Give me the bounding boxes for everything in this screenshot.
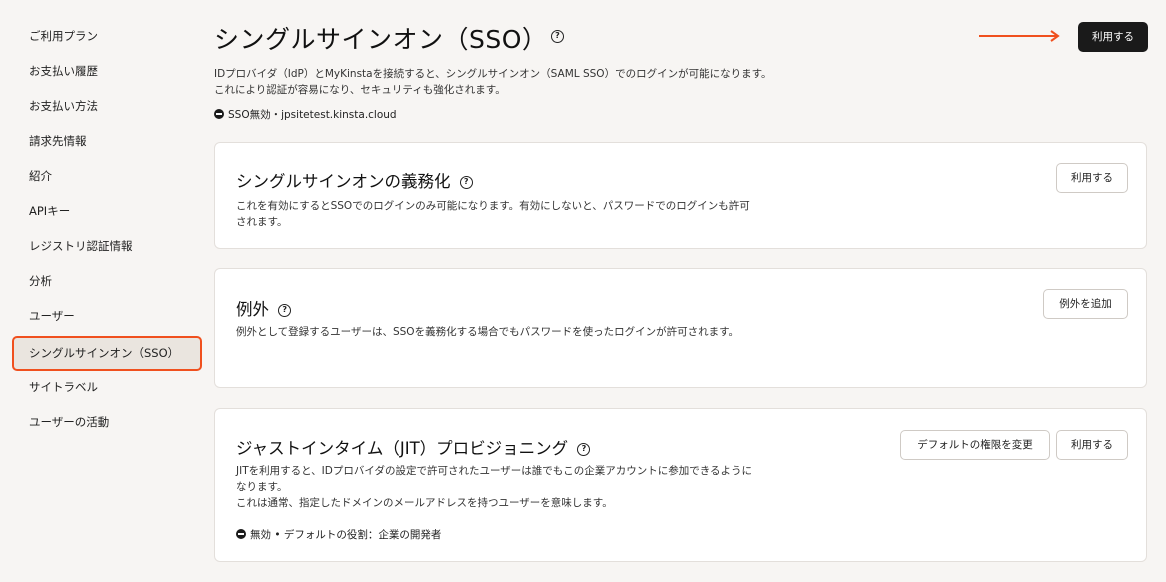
card-description-line: JITを利用すると、IDプロバイダの設定で許可されたユーザーは誰でもこの企業アカ…	[236, 465, 753, 493]
help-icon[interactable]: ?	[551, 30, 564, 43]
change-default-role-button[interactable]: デフォルトの権限を変更	[900, 430, 1050, 460]
card-title-text: ジャストインタイム（JIT）プロビジョニング	[236, 439, 569, 458]
card-title: シングルサインオンの義務化 ?	[236, 168, 473, 192]
sidebar-item-users[interactable]: ユーザー	[14, 301, 200, 331]
help-icon[interactable]: ?	[459, 176, 473, 189]
disabled-status-icon	[214, 109, 224, 119]
card-enforce-sso: シングルサインオンの義務化 ? これを有効にするとSSOでのログインのみ可能にな…	[214, 142, 1147, 249]
jit-status: 無効 • デフォルトの役割：企業の開発者	[236, 527, 441, 542]
disabled-status-icon	[236, 529, 246, 539]
sidebar-item-api-keys[interactable]: APIキー	[14, 196, 200, 226]
main-content: シングルサインオン（SSO） ? 利用する IDプロバイダ（IdP）とMyKin…	[214, 0, 1148, 582]
sidebar-item-payment-history[interactable]: お支払い履歴	[14, 56, 200, 86]
card-title: 例外 ?	[236, 296, 292, 320]
jit-status-text: 無効 • デフォルトの役割：企業の開発者	[250, 529, 442, 541]
sso-status: SSO無効・jpsitetest.kinsta.cloud	[214, 109, 397, 121]
card-title-text: シングルサインオンの義務化	[236, 172, 451, 191]
card-description: JITを利用すると、IDプロバイダの設定で許可されたユーザーは誰でもこの企業アカ…	[236, 463, 756, 511]
sidebar-item-billing-info[interactable]: 請求先情報	[14, 126, 200, 156]
card-title: ジャストインタイム（JIT）プロビジョニング ?	[236, 435, 591, 459]
sso-status-text: SSO無効・jpsitetest.kinsta.cloud	[228, 109, 397, 121]
card-description: これを有効にするとSSOでのログインのみ可能になります。有効にしないと、パスワー…	[236, 200, 750, 228]
card-exceptions: 例外 ? 例外として登録するユーザーは、SSOを義務化する場合でもパスワードを使…	[214, 268, 1147, 388]
sidebar-item-sso[interactable]: シングルサインオン（SSO）	[12, 336, 202, 371]
sidebar-item-user-activity[interactable]: ユーザーの活動	[14, 407, 200, 437]
sidebar-item-registry-credentials[interactable]: レジストリ認証情報	[14, 231, 200, 261]
card-description-line: これは通常、指定したドメインのメールアドレスを持つユーザーを意味します。	[236, 497, 613, 509]
sidebar: ご利用プラン お支払い履歴 お支払い方法 請求先情報 紹介 APIキー レジスト…	[0, 0, 205, 582]
page-title: シングルサインオン（SSO）	[214, 25, 548, 54]
sidebar-item-referral[interactable]: 紹介	[14, 161, 200, 191]
sidebar-item-analytics[interactable]: 分析	[14, 266, 200, 296]
enforce-sso-enable-button[interactable]: 利用する	[1056, 163, 1128, 193]
help-icon[interactable]: ?	[278, 304, 292, 317]
sidebar-item-site-labels[interactable]: サイトラベル	[14, 372, 200, 402]
intro-text: IDプロバイダ（IdP）とMyKinstaを接続すると、シングルサインオン（SA…	[214, 68, 772, 96]
help-icon[interactable]: ?	[577, 443, 591, 456]
sidebar-item-plan[interactable]: ご利用プラン	[14, 21, 200, 51]
arrow-right-icon	[979, 30, 1060, 42]
enable-sso-button[interactable]: 利用する	[1078, 22, 1148, 52]
jit-enable-button[interactable]: 利用する	[1056, 430, 1128, 460]
add-exception-button[interactable]: 例外を追加	[1043, 289, 1128, 319]
card-title-text: 例外	[236, 300, 269, 319]
sidebar-item-payment-method[interactable]: お支払い方法	[14, 91, 200, 121]
card-description: 例外として登録するユーザーは、SSOを義務化する場合でもパスワードを使ったログイ…	[236, 326, 740, 338]
card-jit-provisioning: ジャストインタイム（JIT）プロビジョニング ? JITを利用すると、IDプロバ…	[214, 408, 1147, 562]
